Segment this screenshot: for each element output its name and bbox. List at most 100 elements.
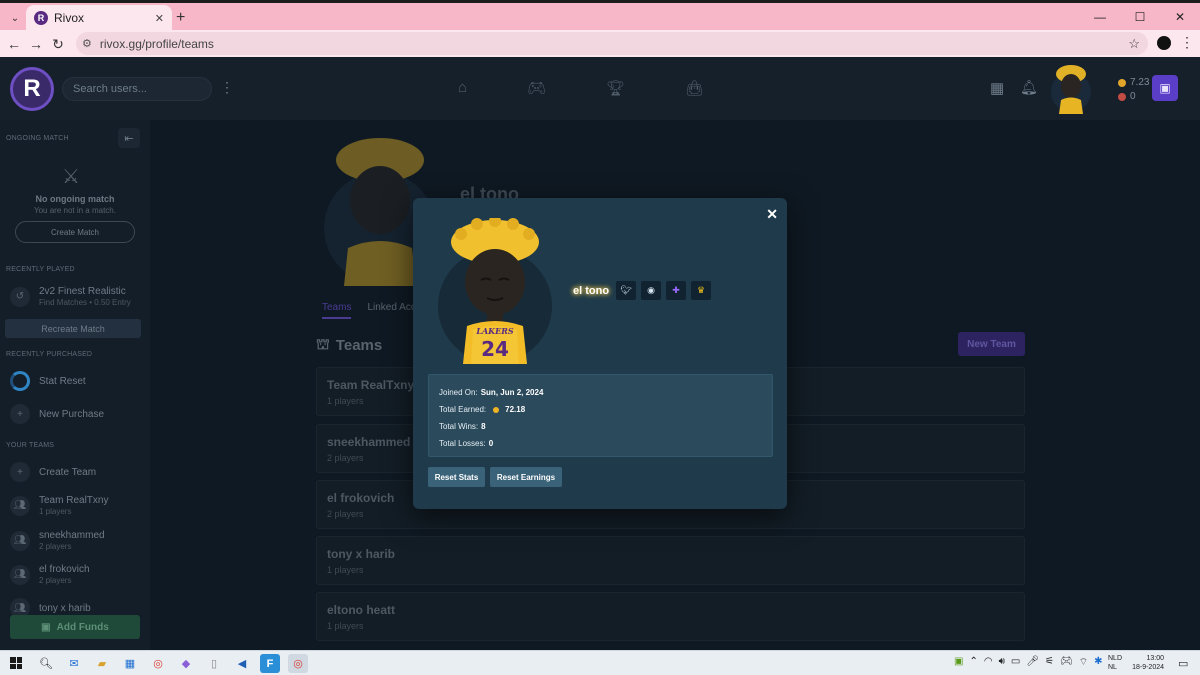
- create-team-item[interactable]: + Create Team: [10, 462, 96, 482]
- browser-profile-avatar[interactable]: [1157, 36, 1171, 50]
- chrome-icon[interactable]: ◎: [148, 654, 168, 673]
- close-icon[interactable]: ✕: [766, 206, 778, 223]
- close-window-button[interactable]: ✕: [1160, 3, 1200, 30]
- mail-icon[interactable]: ✉: [64, 654, 84, 673]
- clock[interactable]: 13:00 18-9-2024: [1130, 654, 1164, 672]
- tab-teams[interactable]: Teams: [322, 302, 352, 319]
- tab-linked-accounts[interactable]: Linked Acc: [367, 302, 415, 319]
- bookmark-star-icon[interactable]: ☆: [1128, 36, 1140, 52]
- forward-button[interactable]: →: [26, 34, 46, 54]
- new-purchase-item[interactable]: + New Purchase: [10, 404, 104, 424]
- tray-expand-icon[interactable]: ⌃: [969, 656, 977, 669]
- gamepad-tray-icon[interactable]: 🎮︎: [1060, 656, 1073, 669]
- header-avatar[interactable]: [1050, 62, 1092, 114]
- site-header: R Search users... ⋮ ⌂ 🎮︎ 🏆︎ 👜︎ ▦ 🔔︎ 7.23…: [0, 57, 1200, 120]
- tab-close-icon[interactable]: ✕: [155, 12, 164, 25]
- teams-icon: ⛫: [316, 336, 330, 353]
- notifications-bell-icon[interactable]: 🔔︎: [1020, 79, 1038, 96]
- team-card[interactable]: tony x harib 1 players: [316, 536, 1025, 585]
- address-bar-row: ← → ↻ ⚙ rivox.gg/profile/teams ☆ ⋮: [0, 30, 1200, 57]
- team-card[interactable]: eltono heatt 1 players: [316, 592, 1025, 641]
- twitch-icon[interactable]: ✚: [666, 281, 686, 300]
- chrome-active-icon[interactable]: ◎: [288, 654, 308, 673]
- site-info-icon[interactable]: ⚙: [82, 37, 92, 50]
- recreate-match-button[interactable]: Recreate Match: [5, 319, 141, 338]
- svg-text:LAKERS: LAKERS: [475, 326, 514, 336]
- game-controller-icon[interactable]: ◆: [176, 654, 196, 673]
- sidebar-team-item[interactable]: 👥︎ sneekhammed 2 players: [10, 530, 105, 551]
- network-icon[interactable]: ◠: [984, 656, 993, 669]
- url-text[interactable]: rivox.gg/profile/teams: [100, 37, 1128, 51]
- twitter-icon[interactable]: 🐦︎: [616, 281, 636, 300]
- social-links: 🐦︎ ◉ ✚ ♛: [616, 281, 711, 300]
- search-icon[interactable]: 🔍︎: [36, 654, 56, 673]
- system-tray: ▣ ⌃ ◠ 🔊︎ ▭ 🎤︎ ⚟ 🎮︎ ⌔ ✱: [954, 656, 1103, 669]
- url-bar[interactable]: ⚙ rivox.gg/profile/teams ☆: [76, 32, 1148, 55]
- no-match-title: No ongoing match: [35, 194, 115, 204]
- sliders-icon[interactable]: ⚟: [1045, 656, 1054, 669]
- earned-row: Total Earned: 72.18: [439, 405, 526, 414]
- sidebar: ONGOING MATCH ⇤ ⚔ No ongoing match You a…: [0, 120, 150, 650]
- crown-icon[interactable]: ♛: [691, 281, 711, 300]
- coin-icon: [1118, 78, 1126, 87]
- window-controls: — ☐ ✕: [1080, 3, 1200, 30]
- new-team-button[interactable]: New Team: [958, 332, 1025, 356]
- history-icon: ↺: [10, 286, 30, 307]
- search-users-input[interactable]: Search users...: [62, 77, 212, 101]
- new-tab-button[interactable]: +: [176, 9, 185, 27]
- purchase-item[interactable]: Stat Reset: [10, 371, 86, 391]
- coin-icon: [493, 406, 500, 413]
- create-match-button[interactable]: Create Match: [15, 221, 135, 243]
- microphone-icon[interactable]: 🎤︎: [1026, 656, 1039, 669]
- back-button[interactable]: ←: [4, 34, 24, 54]
- header-nav: ⌂ 🎮︎ 🏆︎ 👜︎: [458, 79, 704, 97]
- trophy-icon[interactable]: 🏆︎: [606, 79, 625, 97]
- apps-grid-icon[interactable]: ▦: [990, 79, 1004, 97]
- reload-button[interactable]: ↻: [48, 34, 68, 54]
- volume-icon[interactable]: 🔊︎: [999, 656, 1005, 669]
- bluetooth-icon[interactable]: ✱: [1094, 656, 1102, 669]
- windows-start-icon[interactable]: [10, 657, 22, 669]
- losses-row: Total Losses: 0: [439, 439, 494, 448]
- recent-game-title: 2v2 Finest Realistic: [39, 286, 126, 297]
- nvidia-icon[interactable]: ▣: [954, 656, 963, 669]
- more-options-icon[interactable]: ⋮: [220, 79, 234, 96]
- recent-game-item[interactable]: ↺ 2v2 Finest Realistic Find Matches • 0.…: [10, 286, 131, 307]
- f-app-icon[interactable]: F: [260, 654, 280, 673]
- wallet-icon: ▣: [41, 621, 51, 633]
- document-icon[interactable]: ▯: [204, 654, 224, 673]
- browser-tab[interactable]: R Rivox ✕: [26, 5, 172, 31]
- taskbar-apps: 🔍︎ ✉ ▰ ▦ ◎ ◆ ▯ ◀ F ◎: [36, 654, 308, 673]
- discord-icon[interactable]: ◉: [641, 281, 661, 300]
- team-icon: 👥︎: [10, 530, 30, 551]
- reset-stats-button[interactable]: Reset Stats: [428, 467, 485, 487]
- team-icon: 👥︎: [10, 495, 30, 516]
- language-indicator[interactable]: NLD NL: [1108, 654, 1122, 672]
- tab-search-button[interactable]: ⌄: [6, 9, 24, 27]
- shop-bag-icon[interactable]: 👜︎: [685, 79, 704, 97]
- rivox-logo[interactable]: R: [10, 67, 54, 111]
- ongoing-match-label: ONGOING MATCH: [6, 135, 69, 142]
- wallet-button[interactable]: ▣: [1152, 75, 1178, 101]
- add-funds-button[interactable]: ▣ Add Funds: [10, 615, 140, 639]
- user-stats-modal: ✕ LAKERS 24 el tono 🐦︎ ◉ ✚ ♛ Joined On: …: [413, 198, 787, 509]
- minimize-button[interactable]: —: [1080, 3, 1120, 30]
- browser-menu-icon[interactable]: ⋮: [1180, 34, 1194, 51]
- reset-earnings-button[interactable]: Reset Earnings: [490, 467, 562, 487]
- modal-username: el tono: [573, 285, 610, 297]
- sidebar-team-item[interactable]: 👥︎ el frokovich 2 players: [10, 564, 90, 585]
- wifi-icon[interactable]: ⌔: [1079, 656, 1088, 669]
- maximize-button[interactable]: ☐: [1120, 3, 1160, 30]
- stats-panel: Joined On: Sun, Jun 2, 2024 Total Earned…: [428, 374, 773, 457]
- points-balance: 0: [1118, 91, 1136, 102]
- notification-center-icon[interactable]: ▭: [1178, 657, 1188, 670]
- store-icon[interactable]: ▦: [120, 654, 140, 673]
- gamepad-icon[interactable]: 🎮︎: [527, 79, 546, 97]
- sidebar-team-item[interactable]: 👥︎ Team RealTxny 1 players: [10, 495, 108, 516]
- os-taskbar: 🔍︎ ✉ ▰ ▦ ◎ ◆ ▯ ◀ F ◎ ▣ ⌃ ◠ 🔊︎ ▭ 🎤︎ ⚟ 🎮︎ …: [0, 650, 1200, 675]
- collapse-sidebar-button[interactable]: ⇤: [118, 128, 140, 148]
- file-explorer-icon[interactable]: ▰: [92, 654, 112, 673]
- battery-icon[interactable]: ▭: [1011, 656, 1020, 669]
- home-icon[interactable]: ⌂: [458, 79, 467, 97]
- visual-studio-icon[interactable]: ◀: [232, 654, 252, 673]
